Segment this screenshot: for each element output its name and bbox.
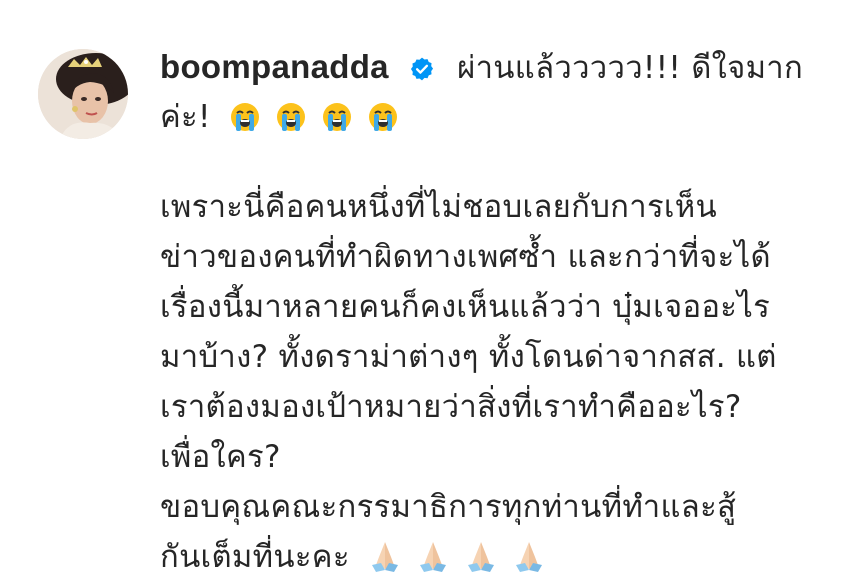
avatar[interactable]: [38, 49, 128, 139]
folded-hands-emoji: [464, 538, 498, 588]
comment-text-line: ขอบคุณคณะกรรมาธิการทุกท่านที่ทำและสู้: [160, 489, 737, 525]
loudly-crying-face-emoji: [321, 98, 353, 148]
praying-emoji-group: [368, 538, 550, 588]
profile-photo: [38, 49, 128, 139]
comment-text-line: เพราะนี่คือคนหนึ่งที่ไม่ชอบเลยกับการเห็น: [160, 189, 718, 225]
comment-text-line: มาบ้าง? ทั้งดราม่าต่างๆ ทั้งโดนด่าจากสส.…: [160, 339, 777, 375]
loudly-crying-face-emoji: [229, 98, 261, 148]
folded-hands-emoji: [416, 538, 450, 588]
comment-text-line: เพื่อใคร?: [160, 439, 281, 475]
folded-hands-emoji: [512, 538, 546, 588]
crying-emoji-group: [229, 98, 403, 148]
loudly-crying-face-emoji: [275, 98, 307, 148]
comment-text-line: ข่าวของคนที่ทำผิดทางเพศซ้ำ และกว่าที่จะไ…: [160, 239, 771, 275]
comment-text-line: เราต้องมองเป้าหมายว่าสิ่งที่เราทำคืออะไร…: [160, 389, 742, 425]
comment-text-line: ค่ะ!: [160, 99, 211, 135]
comment-line-with-emoji: กันเต็มที่นะคะ: [160, 532, 840, 582]
username-link[interactable]: boompanadda: [160, 48, 389, 85]
verified-badge-icon: [409, 47, 435, 97]
comment-line-with-emoji: ค่ะ!: [160, 92, 840, 142]
comment-text-line: ผ่านแล้ววววว!!! ดีใจมาก: [457, 50, 804, 86]
comment-header-line: boompanadda ผ่านแล้ววววว!!! ดีใจมาก: [160, 42, 840, 92]
comment-text-line: กันเต็มที่นะคะ: [160, 539, 350, 575]
folded-hands-emoji: [368, 538, 402, 588]
loudly-crying-face-emoji: [367, 98, 399, 148]
comment-text-line: เรื่องนี้มาหลายคนก็คงเห็นแล้วว่า บุ๋มเจอ…: [160, 289, 771, 325]
comment-body: boompanadda ผ่านแล้ววววว!!! ดีใจมาก ค่ะ!: [160, 42, 840, 582]
